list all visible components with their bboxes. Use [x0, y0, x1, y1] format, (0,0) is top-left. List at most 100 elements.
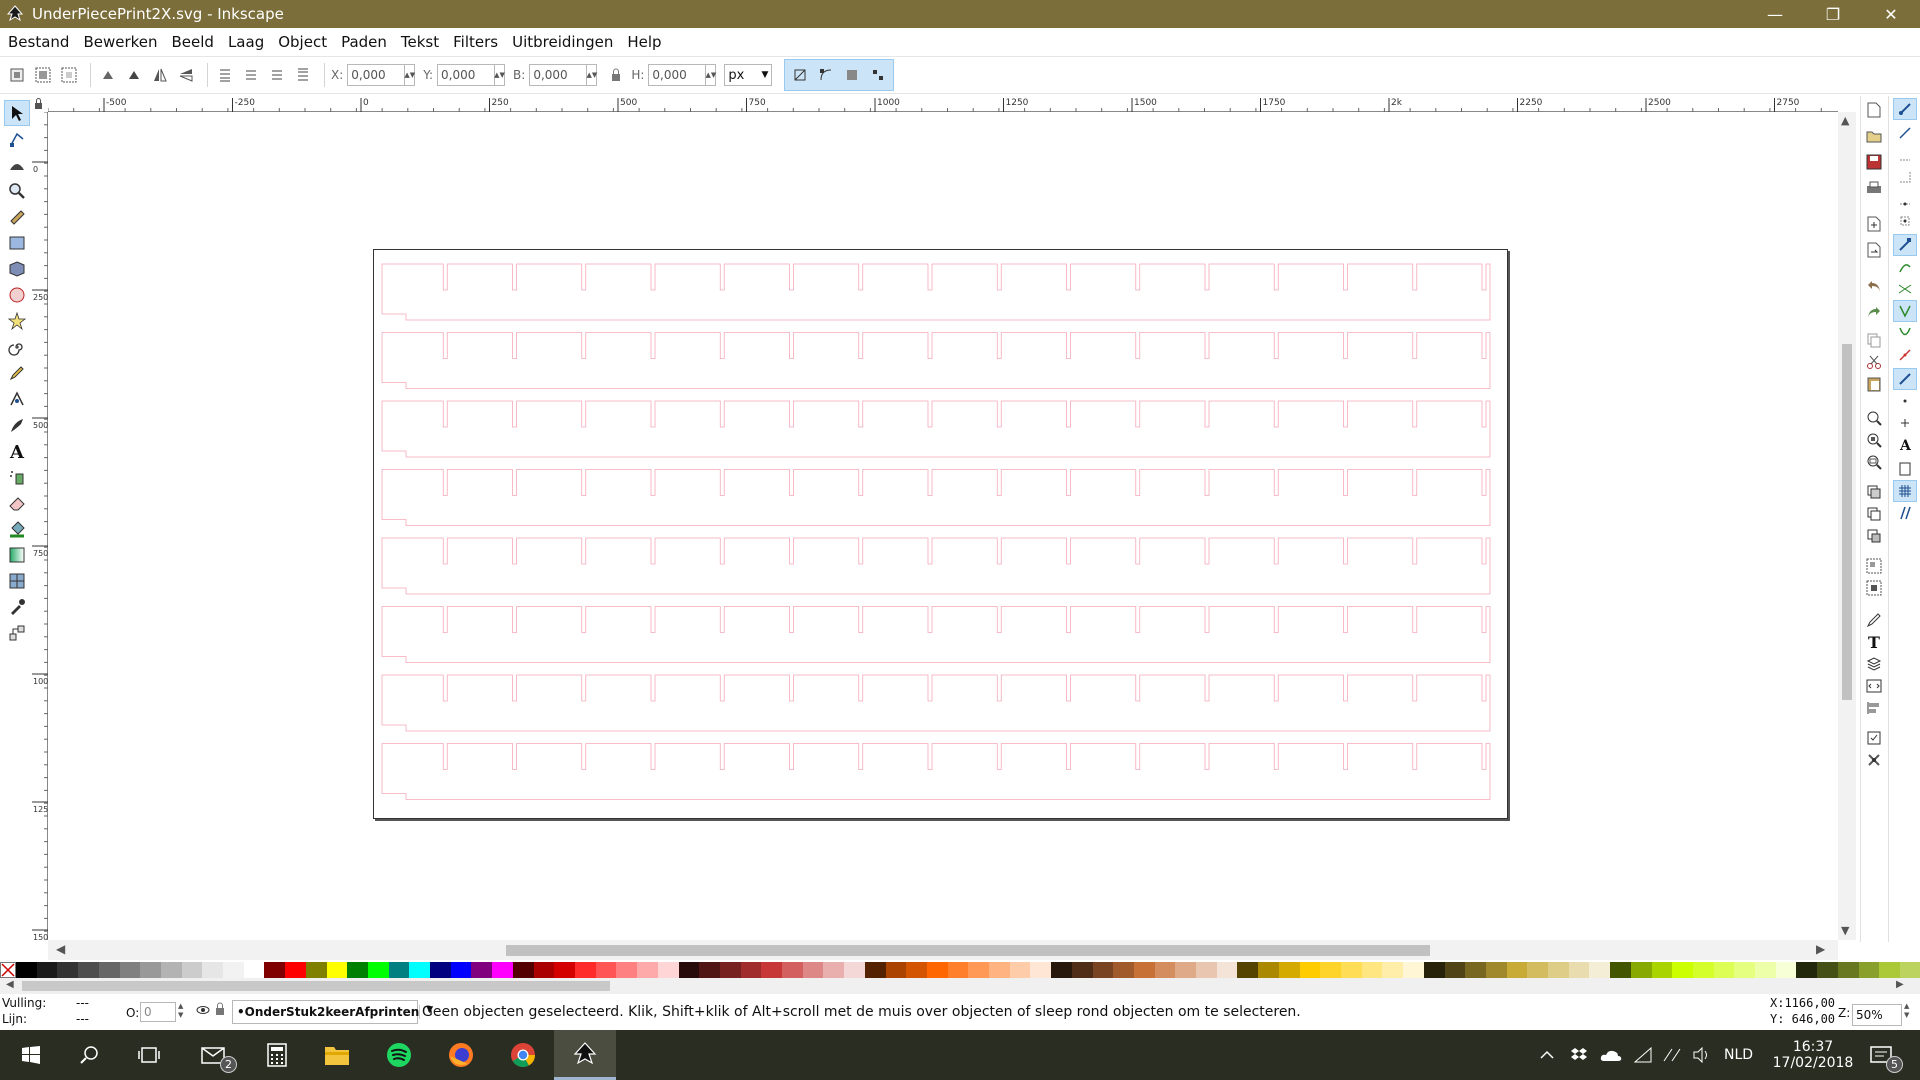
color-swatch[interactable] — [1465, 962, 1486, 978]
color-swatch[interactable] — [989, 962, 1010, 978]
color-swatch[interactable] — [1568, 962, 1590, 978]
save-icon[interactable] — [1864, 152, 1884, 172]
horizontal-scroll-thumb[interactable] — [506, 945, 1430, 956]
raise-icon[interactable] — [266, 64, 288, 86]
color-swatch[interactable] — [471, 962, 493, 978]
color-swatch[interactable] — [554, 962, 575, 978]
color-swatch[interactable] — [657, 962, 679, 978]
snap-smooth-nodes-icon[interactable] — [1893, 322, 1917, 344]
firefox-icon[interactable] — [430, 1030, 492, 1080]
scroll-left-icon[interactable]: ◀ — [56, 942, 65, 956]
color-swatch[interactable] — [1382, 962, 1404, 978]
menu-filters[interactable]: Filters — [453, 33, 498, 51]
x-input[interactable]: 0,000 — [347, 64, 406, 86]
selector-tool-icon[interactable] — [4, 100, 30, 126]
language-indicator[interactable]: NLD — [1724, 1030, 1753, 1080]
snap-intersection-icon[interactable] — [1893, 278, 1917, 300]
star-tool-icon[interactable] — [4, 308, 30, 334]
color-swatch[interactable] — [1423, 962, 1445, 978]
scroll-up-icon[interactable]: ▲ — [1841, 114, 1849, 127]
color-swatch[interactable] — [1216, 962, 1238, 978]
snap-grids-icon[interactable] — [1893, 480, 1917, 502]
horizontal-scrollbar[interactable]: ◀ ▶ — [48, 940, 1838, 960]
color-swatch[interactable] — [1320, 962, 1341, 978]
color-swatch[interactable] — [36, 962, 58, 978]
action-center-icon[interactable]: 5 — [1870, 1030, 1903, 1080]
snap-rotation-center-icon[interactable] — [1893, 412, 1917, 434]
y-spinner[interactable]: ▲▼ — [494, 64, 506, 86]
lock-icon[interactable] — [214, 1002, 226, 1019]
calculator-icon[interactable] — [246, 1030, 308, 1080]
lower-icon[interactable] — [240, 64, 262, 86]
snap-cusp-nodes-icon[interactable] — [1893, 300, 1917, 322]
lower-to-bottom-icon[interactable] — [214, 64, 236, 86]
color-swatch[interactable] — [1485, 962, 1507, 978]
menu-help[interactable]: Help — [627, 33, 661, 51]
pen-workspace-icon[interactable] — [1662, 1030, 1682, 1080]
select-all-layers-icon[interactable] — [32, 64, 54, 86]
pencil-tool-icon[interactable] — [4, 360, 30, 386]
snap-enable-icon[interactable] — [1893, 98, 1917, 120]
color-swatch[interactable] — [264, 962, 286, 978]
maximize-button[interactable]: ❐ — [1804, 0, 1862, 28]
snap-page-border-icon[interactable] — [1893, 458, 1917, 480]
snap-paths-icon[interactable] — [1893, 256, 1917, 278]
drawing-canvas[interactable] — [49, 113, 1837, 941]
color-swatch[interactable] — [98, 962, 120, 978]
color-swatch[interactable] — [326, 962, 348, 978]
color-swatch[interactable] — [1009, 962, 1031, 978]
color-swatch[interactable] — [533, 962, 555, 978]
menu-paden[interactable]: Paden — [341, 33, 387, 51]
color-swatch[interactable] — [430, 962, 451, 978]
chrome-icon[interactable] — [492, 1030, 554, 1080]
color-swatch[interactable] — [823, 962, 845, 978]
palette-scroll-left-icon[interactable]: ◀ — [6, 979, 14, 990]
color-swatch[interactable] — [595, 962, 617, 978]
import-icon[interactable] — [1864, 214, 1884, 234]
align-distribute-icon[interactable] — [1864, 698, 1884, 718]
group-icon[interactable] — [1864, 556, 1884, 576]
snap-bbox-icon[interactable] — [1893, 122, 1917, 144]
zoom-selection-icon[interactable] — [1864, 408, 1884, 428]
color-swatch[interactable] — [1196, 962, 1217, 978]
lock-guides-icon[interactable] — [30, 96, 48, 112]
color-swatch[interactable] — [1341, 962, 1362, 978]
color-swatch[interactable] — [409, 962, 431, 978]
open-icon[interactable] — [1864, 126, 1884, 146]
color-swatch[interactable] — [761, 962, 783, 978]
color-swatch[interactable] — [1133, 962, 1155, 978]
minimize-button[interactable]: — — [1746, 0, 1804, 28]
xml-editor-icon[interactable] — [1864, 676, 1884, 696]
color-swatch[interactable] — [1775, 962, 1797, 978]
zoom-input[interactable]: 50% — [1852, 1004, 1902, 1026]
print-icon[interactable] — [1864, 178, 1884, 198]
scale-corners-icon[interactable] — [815, 64, 837, 86]
color-swatch[interactable] — [1237, 962, 1259, 978]
pen-tool-icon[interactable] — [4, 386, 30, 412]
color-swatch[interactable] — [1817, 962, 1838, 978]
tray-chevron-icon[interactable] — [1540, 1030, 1554, 1080]
color-swatch[interactable] — [802, 962, 824, 978]
flip-horizontal-icon[interactable] — [149, 64, 171, 86]
color-swatch[interactable] — [388, 962, 410, 978]
color-swatch[interactable] — [1527, 962, 1549, 978]
raise-to-top-icon[interactable] — [292, 64, 314, 86]
undo-icon[interactable] — [1864, 276, 1884, 296]
color-swatch[interactable] — [1630, 962, 1652, 978]
document-properties-icon[interactable] — [1864, 750, 1884, 770]
ungroup-icon[interactable] — [1864, 578, 1884, 598]
color-swatch[interactable] — [243, 962, 265, 978]
color-swatch[interactable] — [492, 962, 513, 978]
onedrive-icon[interactable] — [1600, 1030, 1622, 1080]
color-swatch[interactable] — [947, 962, 969, 978]
menu-bestand[interactable]: Bestand — [8, 33, 69, 51]
paste-icon[interactable] — [1864, 374, 1884, 394]
horizontal-ruler[interactable]: -500 -250 0 250 500 750 1000 1250 1500 1750 2k 2250… — [47, 96, 1838, 112]
snap-object-center-icon[interactable] — [1893, 390, 1917, 412]
color-swatch[interactable] — [740, 962, 762, 978]
zoom-tool-icon[interactable] — [4, 178, 30, 204]
snap-bbox-edge-icon[interactable] — [1893, 144, 1917, 166]
export-icon[interactable] — [1864, 240, 1884, 260]
opacity-spinner[interactable]: ▲ ▼ — [178, 1002, 183, 1020]
color-swatch[interactable] — [512, 962, 534, 978]
